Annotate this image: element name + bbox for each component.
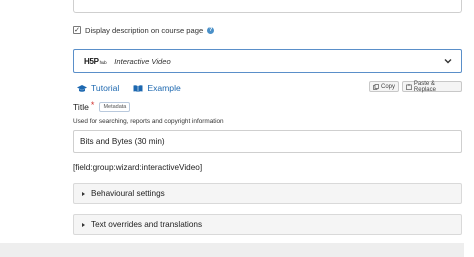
- example-link-label: Example: [147, 83, 181, 93]
- copy-icon: [373, 83, 379, 90]
- text-overrides-group[interactable]: Text overrides and translations: [73, 214, 462, 235]
- paste-replace-button[interactable]: Paste & Replace: [402, 80, 462, 93]
- group-label: Behavioural settings: [91, 189, 165, 198]
- selected-library-name: Interactive Video: [114, 56, 171, 66]
- h5p-hub-logo: H5Phub: [84, 56, 107, 66]
- paste-replace-button-label: Paste & Replace: [413, 80, 436, 93]
- tutorial-link[interactable]: Tutorial: [77, 83, 119, 93]
- library-selector[interactable]: H5Phub Interactive Video: [73, 49, 462, 73]
- description-textarea[interactable]: [73, 0, 462, 13]
- required-indicator: *: [90, 100, 95, 110]
- behavioural-settings-group[interactable]: Behavioural settings: [73, 183, 462, 204]
- display-description-checkbox[interactable]: ✓: [73, 26, 81, 34]
- chevron-down-icon[interactable]: [443, 56, 453, 66]
- footer-bar: [0, 243, 464, 257]
- copy-button-label: Copy: [380, 83, 395, 90]
- title-description: Used for searching, reports and copyrigh…: [73, 118, 224, 125]
- metadata-button[interactable]: Metadata: [99, 102, 131, 112]
- display-description-label: Display description on course page: [85, 25, 204, 35]
- copy-button[interactable]: Copy: [369, 81, 399, 92]
- group-label: Text overrides and translations: [91, 220, 203, 229]
- caret-right-icon: [82, 222, 85, 227]
- title-label: Title: [73, 102, 89, 112]
- display-description-row: ✓ Display description on course page ?: [73, 24, 215, 36]
- clipboard-icon: [406, 83, 412, 90]
- open-book-icon: [133, 84, 143, 92]
- caret-right-icon: [82, 191, 85, 196]
- graduation-cap-icon: [77, 84, 87, 92]
- question-circle-icon[interactable]: ?: [207, 26, 215, 34]
- tutorial-link-label: Tutorial: [91, 83, 120, 93]
- h5p-editor-page: ✓ Display description on course page ? H…: [0, 0, 474, 257]
- title-field-header: Title * Metadata: [73, 100, 131, 113]
- field-group-placeholder: [field:group:wizard:interactiveVideo]: [73, 163, 203, 172]
- title-input[interactable]: Bits and Bytes (30 min): [73, 130, 462, 153]
- example-link[interactable]: Example: [133, 83, 181, 93]
- help-links: Tutorial Example: [77, 82, 181, 94]
